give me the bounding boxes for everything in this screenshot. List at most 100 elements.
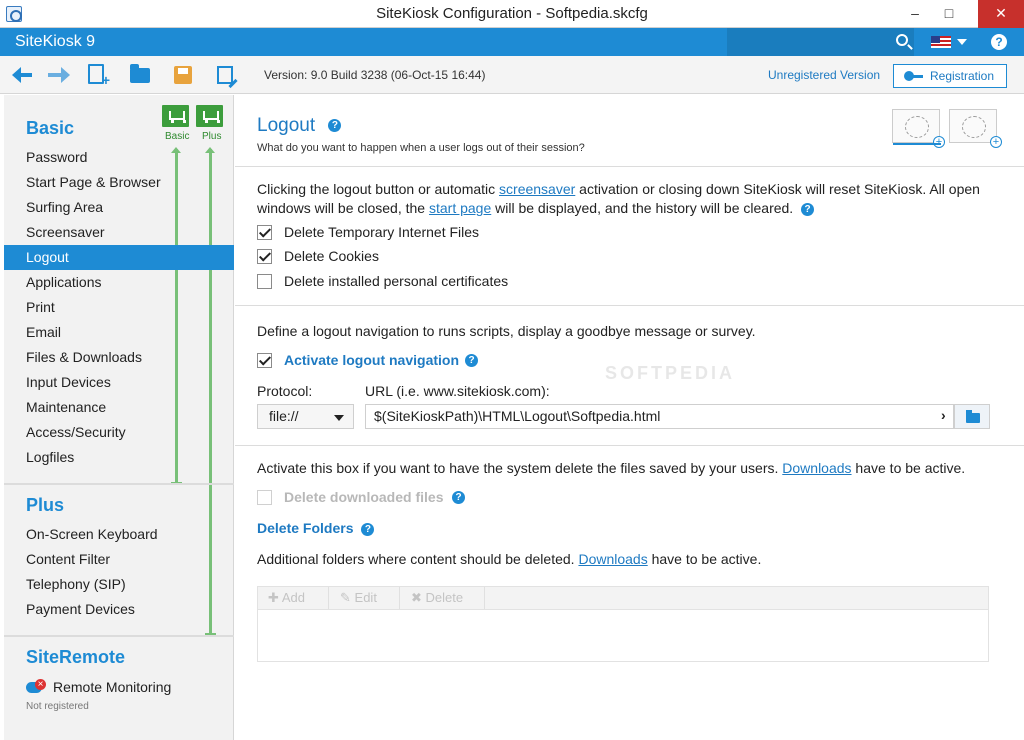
section-divider xyxy=(235,445,1024,446)
registration-label: Registration xyxy=(930,69,995,83)
sidebar-item-files-downloads[interactable]: Files & Downloads xyxy=(4,345,234,370)
key-icon xyxy=(904,71,923,81)
checkbox[interactable] xyxy=(257,353,272,368)
page-title-text: Logout xyxy=(257,115,316,136)
edit-label: Edit xyxy=(354,590,377,605)
sidebar-item-logout[interactable]: Logout xyxy=(4,245,234,270)
downloads-text-a: Activate this box if you want to have th… xyxy=(257,460,783,476)
close-button[interactable]: ✕ xyxy=(978,0,1024,28)
delete-button[interactable]: ✖ Delete xyxy=(411,590,463,606)
checkbox[interactable] xyxy=(257,225,272,240)
sidebar-item-surfing-area[interactable]: Surfing Area xyxy=(4,195,234,220)
plus-cart-icon[interactable] xyxy=(196,105,223,127)
plus-icon: ✚ xyxy=(268,590,279,605)
search-input[interactable] xyxy=(727,28,914,56)
screensaver-link[interactable]: screensaver xyxy=(499,181,575,197)
reset-text-d: will be displayed, and the history will … xyxy=(491,200,794,216)
page-title: Logout ? xyxy=(257,115,342,137)
basic-section-title: Basic xyxy=(26,118,75,138)
back-arrow-icon[interactable] xyxy=(12,64,34,86)
brand-title: SiteKiosk 9 xyxy=(15,33,96,50)
delete-folders-text: Delete Folders xyxy=(257,520,354,536)
minimize-button[interactable]: – xyxy=(898,0,932,28)
folder-icon xyxy=(966,410,980,423)
help-button[interactable]: ? xyxy=(991,34,1007,50)
siteremote-section-title: SiteRemote xyxy=(26,647,126,667)
sidebar-item-logfiles[interactable]: Logfiles xyxy=(4,445,234,470)
new-file-icon[interactable] xyxy=(88,64,110,88)
add-label: Add xyxy=(281,590,305,605)
folders-text-b: have to be active. xyxy=(647,551,762,567)
folders-grid[interactable] xyxy=(257,610,989,662)
protocol-select[interactable]: file:// xyxy=(257,404,354,429)
help-icon[interactable]: ? xyxy=(328,119,342,133)
sidebar-item-access-security[interactable]: Access/Security xyxy=(4,420,234,445)
zoom-plus-icon[interactable]: + xyxy=(990,136,1002,148)
preview-thumbnail-basic[interactable]: + xyxy=(892,109,945,148)
forward-arrow-icon[interactable] xyxy=(48,64,70,86)
version-label: Version: 9.0 Build 3238 (06-Oct-15 16:44… xyxy=(264,68,486,82)
help-icon[interactable]: ? xyxy=(465,354,478,367)
unregistered-version-label: Unregistered Version xyxy=(768,68,881,82)
page-subtitle: What do you want to happen when a user l… xyxy=(257,142,585,154)
search-icon[interactable] xyxy=(896,34,908,46)
checkbox-label: Activate logout navigation xyxy=(284,352,460,368)
main-content: Logout ? What do you want to happen when… xyxy=(235,95,1024,740)
checkbox-label: Delete downloaded files xyxy=(284,489,444,505)
checkbox-label: Delete Temporary Internet Files xyxy=(284,224,480,240)
logout-navigation-description: Define a logout navigation to runs scrip… xyxy=(257,323,756,339)
checkbox-label: Delete Cookies xyxy=(284,248,379,264)
registration-button[interactable]: Registration xyxy=(893,64,1007,88)
sidebar-item-screensaver[interactable]: Screensaver xyxy=(4,220,234,245)
sidebar-item-email[interactable]: Email xyxy=(4,320,234,345)
save-as-icon[interactable] xyxy=(217,66,233,84)
us-flag-icon[interactable] xyxy=(931,36,951,48)
selected-indicator xyxy=(893,143,941,145)
section-divider xyxy=(235,305,1024,306)
sidebar-item-payment-devices[interactable]: Payment Devices xyxy=(4,597,234,622)
help-icon[interactable]: ? xyxy=(452,491,465,504)
checkbox[interactable] xyxy=(257,274,272,289)
downloads-link[interactable]: Downloads xyxy=(578,551,647,567)
chevron-right-icon[interactable]: › xyxy=(941,407,946,423)
add-button[interactable]: ✚ Add xyxy=(268,590,305,606)
sidebar-item-telephony-sip[interactable]: Telephony (SIP) xyxy=(4,572,234,597)
sidebar-item-on-screen-keyboard[interactable]: On-Screen Keyboard xyxy=(4,522,234,547)
basic-cart-label: Basic xyxy=(165,131,190,142)
watermark: SOFTPEDIA xyxy=(605,363,736,383)
open-folder-icon[interactable] xyxy=(130,64,150,83)
sidebar-item-input-devices[interactable]: Input Devices xyxy=(4,370,234,395)
browse-button[interactable] xyxy=(954,404,990,429)
sidebar-item-applications[interactable]: Applications xyxy=(4,270,234,295)
plus-cart-label: Plus xyxy=(202,131,222,142)
sidebar-item-remote-monitoring[interactable]: Remote Monitoring xyxy=(4,675,234,700)
sidebar-item-start-page-browser[interactable]: Start Page & Browser xyxy=(4,170,234,195)
folders-grid-toolbar: ✚ Add ✎ Edit ✖ Delete xyxy=(257,586,989,610)
sidebar-item-content-filter[interactable]: Content Filter xyxy=(4,547,234,572)
downloads-description: Activate this box if you want to have th… xyxy=(257,459,965,478)
edit-button[interactable]: ✎ Edit xyxy=(340,590,377,606)
maximize-button[interactable]: □ xyxy=(932,0,966,28)
folders-description: Additional folders where content should … xyxy=(257,550,761,569)
checkbox[interactable] xyxy=(257,490,272,505)
zoom-plus-icon[interactable]: + xyxy=(933,136,945,148)
save-icon[interactable] xyxy=(174,66,192,84)
url-input[interactable]: $(SiteKioskPath)\HTML\Logout\Softpedia.h… xyxy=(365,404,954,429)
downloads-link[interactable]: Downloads xyxy=(782,460,851,476)
chevron-down-icon[interactable] xyxy=(957,39,967,45)
sidebar-divider xyxy=(4,635,234,637)
title-bar: SiteKiosk Configuration - Softpedia.skcf… xyxy=(0,0,1024,28)
sidebar-item-password[interactable]: Password xyxy=(4,145,234,170)
reset-text-b: activation or closing down SiteKiosk wil… xyxy=(575,181,980,197)
sidebar-item-maintenance[interactable]: Maintenance xyxy=(4,395,234,420)
help-icon[interactable]: ? xyxy=(361,522,375,536)
start-page-link[interactable]: start page xyxy=(429,200,491,216)
toolbar-divider xyxy=(399,587,400,609)
sidebar-item-print[interactable]: Print xyxy=(4,295,234,320)
delete-label: Delete xyxy=(425,590,464,605)
checkbox[interactable] xyxy=(257,249,272,264)
preview-thumbnail-plus[interactable]: + xyxy=(949,109,1002,148)
url-label: URL (i.e. www.sitekiosk.com): xyxy=(365,383,550,399)
basic-cart-icon[interactable] xyxy=(162,105,189,127)
help-icon[interactable]: ? xyxy=(801,202,815,216)
